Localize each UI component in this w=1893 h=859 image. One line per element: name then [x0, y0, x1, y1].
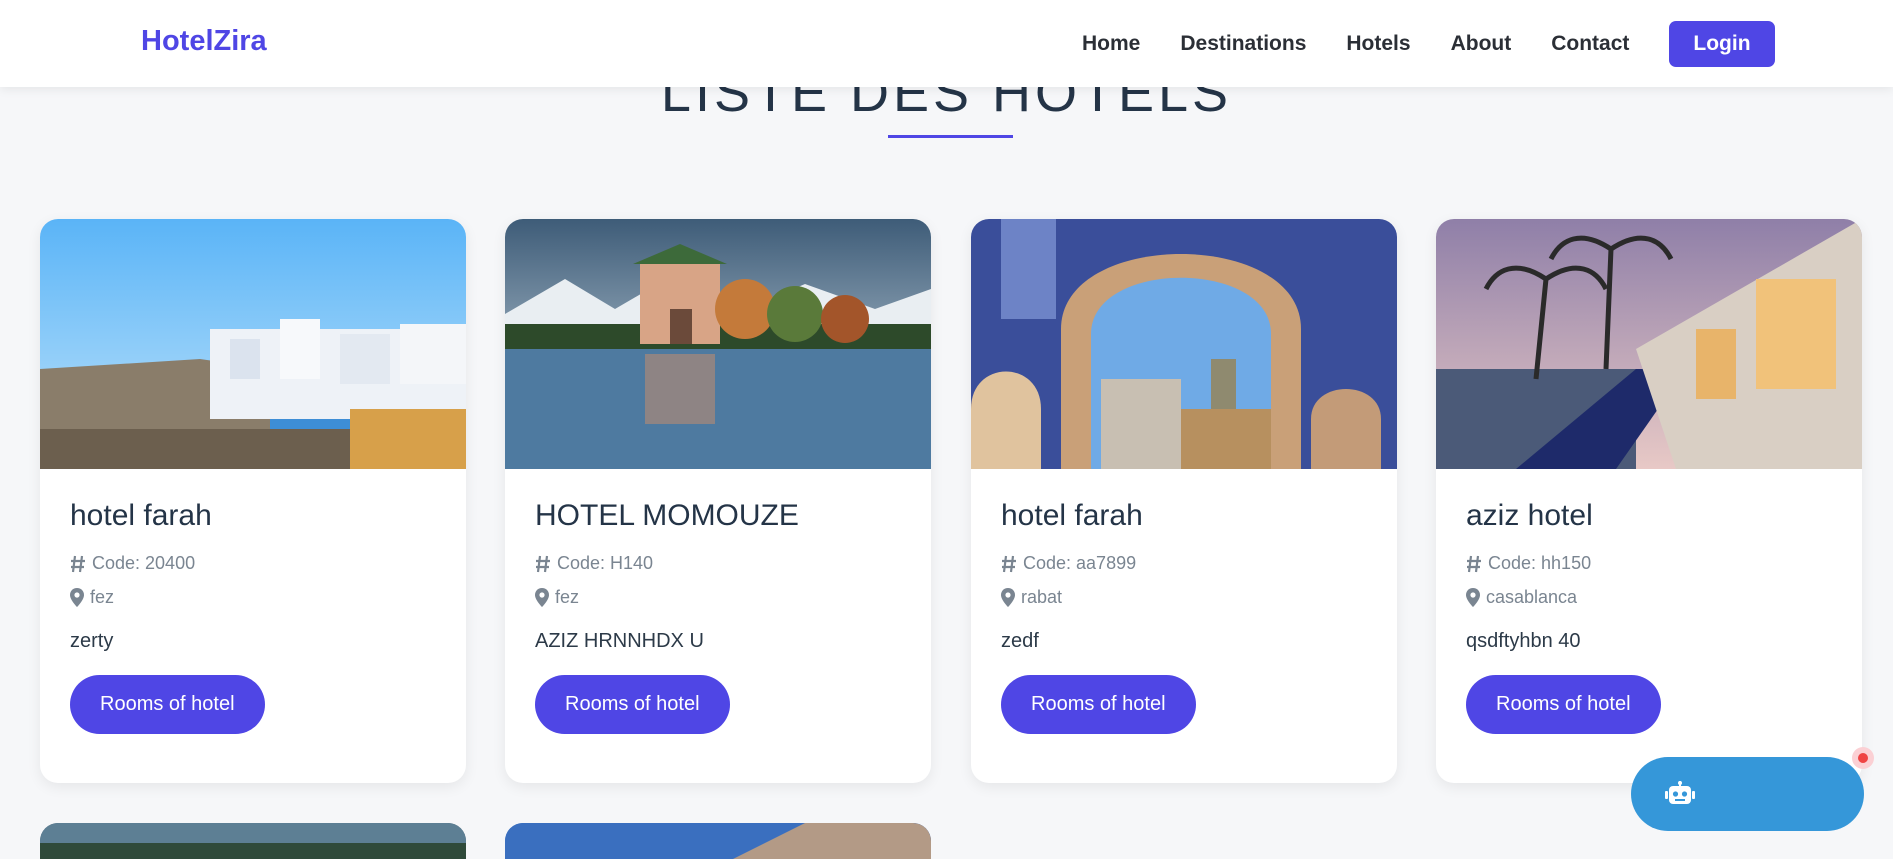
title-underline	[888, 135, 1013, 138]
rooms-of-hotel-button[interactable]: Rooms of hotel	[1466, 675, 1661, 734]
nav-link-destinations[interactable]: Destinations	[1180, 32, 1306, 56]
brand-logo[interactable]: HotelZira	[141, 25, 267, 58]
nav-link-home[interactable]: Home	[1082, 32, 1140, 56]
hotel-description: zedf	[1001, 630, 1039, 652]
nav-link-about[interactable]: About	[1451, 32, 1512, 56]
hotel-image	[1436, 219, 1862, 469]
chatbot-button[interactable]	[1631, 757, 1864, 831]
hotel-code-row: Code: H140	[535, 553, 901, 574]
hotel-city: fez	[555, 587, 580, 607]
notification-dot	[1852, 747, 1874, 769]
rooms-of-hotel-button[interactable]: Rooms of hotel	[535, 675, 730, 734]
map-pin-icon	[1466, 588, 1480, 607]
hotel-city: casablanca	[1486, 587, 1578, 607]
hash-icon	[536, 555, 550, 572]
hash-icon	[1002, 555, 1016, 572]
hotel-code: Code: H140	[557, 553, 654, 573]
hotel-location-row: casablanca	[1466, 587, 1832, 608]
hotel-card: hotel farah Code: aa7899 rabat zedf Room…	[971, 219, 1397, 783]
hotel-name: hotel farah	[70, 499, 212, 532]
map-pin-icon	[70, 588, 84, 607]
hash-icon	[71, 555, 85, 572]
hotel-image	[505, 219, 931, 469]
hotel-card-partial	[505, 823, 931, 859]
login-button[interactable]: Login	[1669, 21, 1775, 67]
nav-links: Home Destinations Hotels About Contact L…	[1082, 21, 1775, 67]
map-pin-icon	[1001, 588, 1015, 607]
robot-icon	[1665, 781, 1695, 804]
hotel-location-row: rabat	[1001, 587, 1367, 608]
hotel-location-row: fez	[535, 587, 901, 608]
hotel-card-partial	[40, 823, 466, 859]
navbar: HotelZira Home Destinations Hotels About…	[0, 0, 1893, 87]
hotel-image	[971, 219, 1397, 469]
hotel-card: aziz hotel Code: hh150 casablanca qsdfty…	[1436, 219, 1862, 783]
hotel-code: Code: aa7899	[1023, 553, 1137, 573]
hotel-image	[40, 219, 466, 469]
hotel-city: rabat	[1021, 587, 1063, 607]
hotel-code: Code: 20400	[92, 553, 196, 573]
hotel-code-row: Code: aa7899	[1001, 553, 1367, 574]
nav-link-hotels[interactable]: Hotels	[1346, 32, 1410, 56]
hotel-name: hotel farah	[1001, 499, 1143, 532]
hotel-name: HOTEL MOMOUZE	[535, 499, 799, 532]
hotel-location-row: fez	[70, 587, 436, 608]
rooms-of-hotel-button[interactable]: Rooms of hotel	[70, 675, 265, 734]
hotel-description: AZIZ HRNNHDX U	[535, 630, 704, 652]
nav-link-contact[interactable]: Contact	[1551, 32, 1629, 56]
hotel-description: qsdftyhbn 40	[1466, 630, 1581, 652]
map-pin-icon	[535, 588, 549, 607]
hotel-code-row: Code: 20400	[70, 553, 436, 574]
rooms-of-hotel-button[interactable]: Rooms of hotel	[1001, 675, 1196, 734]
hash-icon	[1467, 555, 1481, 572]
hotel-card: hotel farah Code: 20400 fez zerty Rooms …	[40, 219, 466, 783]
hotel-city: fez	[90, 587, 115, 607]
hotel-code: Code: hh150	[1488, 553, 1592, 573]
hotel-description: zerty	[70, 630, 114, 652]
hotel-code-row: Code: hh150	[1466, 553, 1832, 574]
hotel-name: aziz hotel	[1466, 499, 1593, 532]
hotel-card: HOTEL MOMOUZE Code: H140 fez AZIZ HRNNHD…	[505, 219, 931, 783]
